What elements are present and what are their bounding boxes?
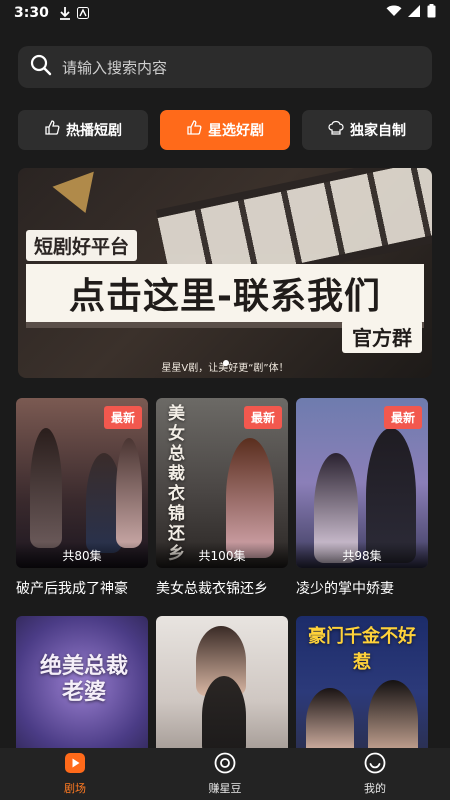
play-icon [64, 752, 86, 777]
tab-hot-dramas[interactable]: 热播短剧 [18, 110, 148, 150]
carousel-indicator [223, 360, 229, 366]
nav-label: 赚星豆 [208, 782, 242, 795]
poster-figure [226, 438, 274, 558]
nav-profile[interactable]: 我的 [300, 748, 450, 800]
thumb-icon [44, 120, 60, 140]
search-icon [30, 54, 52, 80]
promo-banner[interactable]: 短剧好平台 点击这里-联系我们 官方群 星星V剧，让美好更“剧”体！ [18, 168, 432, 378]
search-bar[interactable]: 请输入搜索内容 [18, 46, 432, 88]
poster-figure [116, 438, 142, 548]
tab-label: 星选好剧 [208, 123, 264, 139]
profile-icon [364, 752, 386, 777]
poster-figure [30, 428, 62, 548]
drama-title[interactable]: 美女总裁衣锦还乡 [156, 578, 288, 598]
nav-theater[interactable]: 剧场 [0, 748, 150, 800]
new-badge: 最新 [243, 406, 282, 429]
bottom-navigation: 剧场 赚星豆 我的 [0, 748, 450, 800]
banner-group: 官方群 [342, 320, 422, 353]
tab-exclusive[interactable]: 独家自制 [302, 110, 432, 150]
tab-label: 热播短剧 [66, 123, 122, 139]
poster-figure [202, 676, 246, 756]
poster-title-art: 豪门千金不好惹 [308, 626, 416, 673]
new-badge: 最新 [103, 406, 142, 429]
battery-icon [427, 4, 436, 22]
drama-title[interactable]: 凌少的掌中娇妻 [296, 578, 428, 598]
nav-earn-beans[interactable]: 赚星豆 [150, 748, 300, 800]
nav-label: 剧场 [64, 782, 86, 795]
status-bar: 3:30 [0, 0, 450, 26]
wifi-icon [386, 5, 402, 21]
banner-tag: 短剧好平台 [26, 230, 138, 261]
poster-title-art: 绝美总裁老婆 [39, 654, 128, 705]
nav-label: 我的 [364, 782, 386, 795]
drama-poster[interactable]: 最新 共80集 [16, 398, 148, 568]
episode-count: 共80集 [16, 542, 148, 568]
category-tabs: 热播短剧 星选好剧 独家自制 [18, 110, 432, 150]
clapperboard-icon [52, 171, 108, 225]
drama-poster[interactable]: 美女总裁衣锦还乡 最新 共100集 [156, 398, 288, 568]
drama-card[interactable]: 美女总裁衣锦还乡 最新 共100集 美女总裁衣锦还乡 [156, 398, 288, 598]
drama-card[interactable]: 最新 共98集 凌少的掌中娇妻 [296, 398, 428, 598]
episode-count: 共98集 [296, 542, 428, 568]
signal-icon [408, 5, 421, 21]
thumb-up-icon [186, 120, 202, 140]
coin-icon [214, 752, 236, 777]
tab-star-picks[interactable]: 星选好剧 [160, 110, 290, 150]
episode-count: 共100集 [156, 542, 288, 568]
status-time: 3:30 [14, 5, 49, 21]
download-icon [59, 6, 71, 20]
banner-headline: 点击这里-联系我们 [26, 264, 424, 328]
poster-title-art: 美女总裁衣锦还乡 [168, 404, 185, 564]
drama-poster[interactable]: 最新 共98集 [296, 398, 428, 568]
search-input[interactable]: 请输入搜索内容 [62, 57, 167, 78]
new-badge: 最新 [383, 406, 422, 429]
chef-hat-icon [328, 120, 344, 140]
app-notification-icon [76, 7, 89, 19]
drama-title[interactable]: 破产后我成了神豪 [16, 578, 148, 598]
drama-card[interactable]: 最新 共80集 破产后我成了神豪 [16, 398, 148, 598]
tab-label: 独家自制 [350, 123, 406, 139]
